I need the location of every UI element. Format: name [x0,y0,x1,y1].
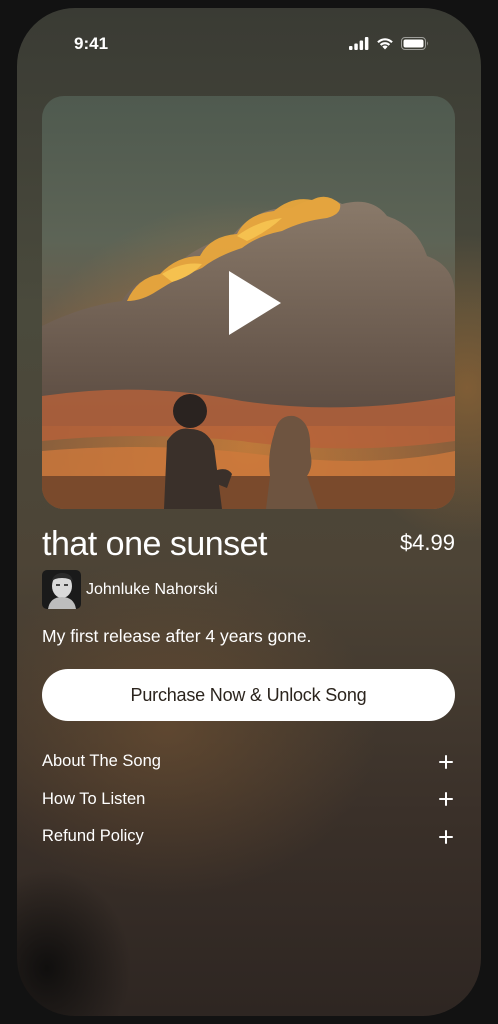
cellular-signal-icon [349,37,369,50]
accordion: About The Song How To Listen Refund Poli… [42,743,455,856]
wifi-icon [377,38,393,50]
accordion-item-about[interactable]: About The Song [42,743,455,781]
status-bar: 9:41 [17,8,481,78]
accordion-label: About The Song [42,752,161,771]
price: $4.99 [399,530,455,555]
plus-icon[interactable] [439,754,453,769]
hero-image[interactable] [42,96,455,509]
accordion-label: Refund Policy [42,827,144,846]
artist-name: Johnluke Nahorski [86,580,218,598]
phone-frame: 9:41 that one sunset $4.99 Johnluke Naho… [17,8,481,1016]
accordion-item-how-to-listen[interactable]: How To Listen [42,781,455,819]
artist-link[interactable]: Johnluke Nahorski [42,570,218,609]
status-icons [349,37,429,50]
purchase-button[interactable]: Purchase Now & Unlock Song [42,669,455,721]
battery-icon [401,37,428,50]
plus-icon[interactable] [439,829,453,844]
play-icon[interactable] [224,268,284,338]
avatar [42,570,81,609]
plus-icon[interactable] [439,792,453,807]
song-title: that one sunset [42,525,268,563]
accordion-label: How To Listen [42,789,146,808]
song-description: My first release after 4 years gone. [42,626,312,646]
accordion-item-refund-policy[interactable]: Refund Policy [42,818,455,856]
status-time: 9:41 [74,34,109,53]
